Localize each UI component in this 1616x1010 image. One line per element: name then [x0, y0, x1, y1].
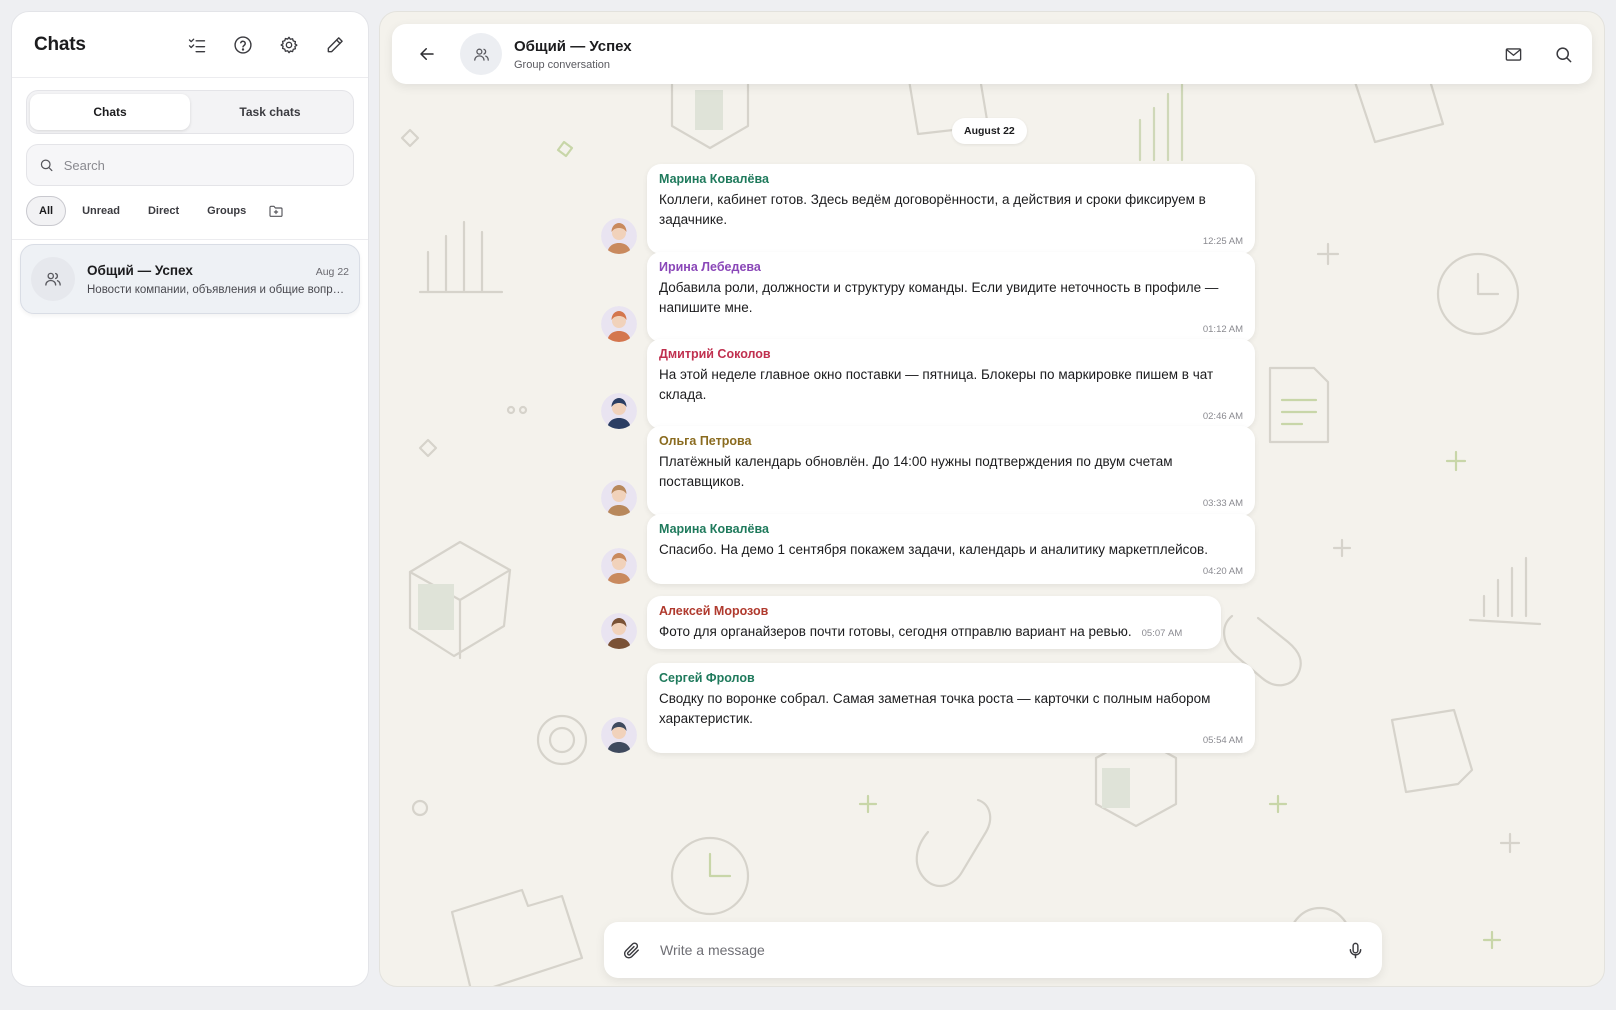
message-sender[interactable]: Марина Ковалёва [659, 522, 1243, 536]
filter-unread[interactable]: Unread [70, 196, 132, 226]
help-icon[interactable] [232, 34, 254, 56]
avatar[interactable] [601, 548, 637, 584]
conversation-panel: Общий — Успех Group conversation August … [379, 11, 1605, 987]
sidebar-title: Chats [34, 33, 86, 55]
message-bubble[interactable]: Алексей Морозов Фото для органайзеров по… [647, 596, 1221, 649]
header-actions [1502, 43, 1574, 65]
search-box [26, 144, 354, 186]
message-row: Марина Ковалёва Коллеги, кабинет готов. … [601, 164, 1255, 254]
paperclip-icon[interactable] [620, 939, 642, 961]
message-sender[interactable]: Марина Ковалёва [659, 172, 1243, 186]
message-input[interactable] [660, 942, 1344, 958]
avatar[interactable] [601, 393, 637, 429]
avatar[interactable] [601, 218, 637, 254]
message-sender[interactable]: Алексей Морозов [659, 604, 1209, 618]
microphone-icon[interactable] [1344, 939, 1366, 961]
compose-icon[interactable] [324, 34, 346, 56]
mail-icon[interactable] [1502, 43, 1524, 65]
message-bubble[interactable]: Ольга Петрова Платёжный календарь обновл… [647, 426, 1255, 516]
sidebar-header: Chats [12, 12, 368, 78]
add-folder-icon[interactable] [262, 197, 290, 225]
message-time: 05:54 AM [1202, 735, 1243, 746]
message-bubble[interactable]: Ирина Лебедева Добавила роли, должности … [647, 252, 1255, 342]
message-text: Добавила роли, должности и структуру ком… [659, 280, 1219, 315]
message-time: 12:25 AM [1202, 236, 1243, 247]
tab-task-chats[interactable]: Task chats [190, 94, 350, 130]
chat-preview: Новости компании, объявления и общие воп… [87, 283, 349, 296]
search-icon [40, 159, 53, 172]
message-text: Платёжный календарь обновлён. До 14:00 н… [659, 454, 1173, 489]
conversation-titles: Общий — Успех Group conversation [514, 38, 1502, 71]
avatar[interactable] [601, 480, 637, 516]
message-row: Алексей Морозов Фото для органайзеров по… [601, 596, 1221, 649]
message-row: Ирина Лебедева Добавила роли, должности … [601, 252, 1255, 342]
message-text: Сводку по воронке собрал. Самая заметная… [659, 691, 1211, 726]
message-bubble[interactable]: Марина Ковалёва Коллеги, кабинет готов. … [647, 164, 1255, 254]
message-bubble[interactable]: Сергей Фролов Сводку по воронке собрал. … [647, 663, 1255, 753]
tab-chats[interactable]: Chats [30, 94, 190, 130]
search-input[interactable] [63, 157, 341, 173]
settings-icon[interactable] [278, 34, 300, 56]
message-text: Коллеги, кабинет готов. Здесь ведём дого… [659, 192, 1206, 227]
message-time: 03:33 AM [1202, 498, 1243, 509]
filter-direct[interactable]: Direct [136, 196, 191, 226]
sidebar-divider [12, 239, 368, 240]
message-time: 01:12 AM [1202, 324, 1243, 335]
conversation-subtitle: Group conversation [514, 58, 610, 71]
checklist-icon[interactable] [186, 34, 208, 56]
message-sender[interactable]: Ольга Петрова [659, 434, 1243, 448]
group-icon [31, 257, 75, 301]
sidebar-actions [186, 34, 346, 56]
chat-name: Общий — Успех [87, 262, 193, 278]
back-arrow-icon[interactable] [416, 43, 438, 65]
message-row: Ольга Петрова Платёжный календарь обновл… [601, 426, 1255, 516]
message-composer [604, 922, 1382, 978]
message-time: 02:46 AM [1202, 411, 1243, 422]
avatar[interactable] [601, 717, 637, 753]
chat-date: Aug 22 [315, 265, 349, 278]
message-text: Фото для органайзеров почти готовы, сего… [659, 624, 1132, 639]
conversation-header: Общий — Успех Group conversation [392, 24, 1592, 84]
group-icon[interactable] [460, 33, 502, 75]
chat-list-item[interactable]: Общий — Успех Aug 22 Новости компании, о… [20, 244, 360, 314]
message-sender[interactable]: Дмитрий Соколов [659, 347, 1243, 361]
chat-filters: All Unread Direct Groups [26, 195, 354, 227]
date-divider: August 22 [952, 118, 1027, 144]
message-row: Сергей Фролов Сводку по воронке собрал. … [601, 663, 1255, 753]
filter-groups[interactable]: Groups [195, 196, 258, 226]
chat-type-switcher: Chats Task chats [26, 90, 354, 134]
filter-all[interactable]: All [26, 196, 67, 226]
search-icon[interactable] [1552, 43, 1574, 65]
message-bubble[interactable]: Дмитрий Соколов На этой неделе главное о… [647, 339, 1255, 429]
avatar[interactable] [601, 613, 637, 649]
avatar[interactable] [601, 306, 637, 342]
message-sender[interactable]: Ирина Лебедева [659, 260, 1243, 274]
chat-sidebar: Chats Chats Task chats All Unread Direct… [11, 11, 369, 987]
chat-item-body: Общий — Успех Aug 22 Новости компании, о… [87, 263, 349, 296]
message-sender[interactable]: Сергей Фролов [659, 671, 1243, 685]
message-bubble[interactable]: Марина Ковалёва Спасибо. На демо 1 сентя… [647, 514, 1255, 584]
message-text: Спасибо. На демо 1 сентября покажем зада… [659, 542, 1208, 557]
message-time: 05:07 AM [1141, 628, 1183, 639]
message-text: На этой неделе главное окно поставки — п… [659, 367, 1214, 402]
message-row: Дмитрий Соколов На этой неделе главное о… [601, 339, 1255, 429]
conversation-title: Общий — Успех [514, 37, 632, 55]
message-time: 04:20 AM [1202, 566, 1243, 577]
message-row: Марина Ковалёва Спасибо. На демо 1 сентя… [601, 514, 1255, 584]
